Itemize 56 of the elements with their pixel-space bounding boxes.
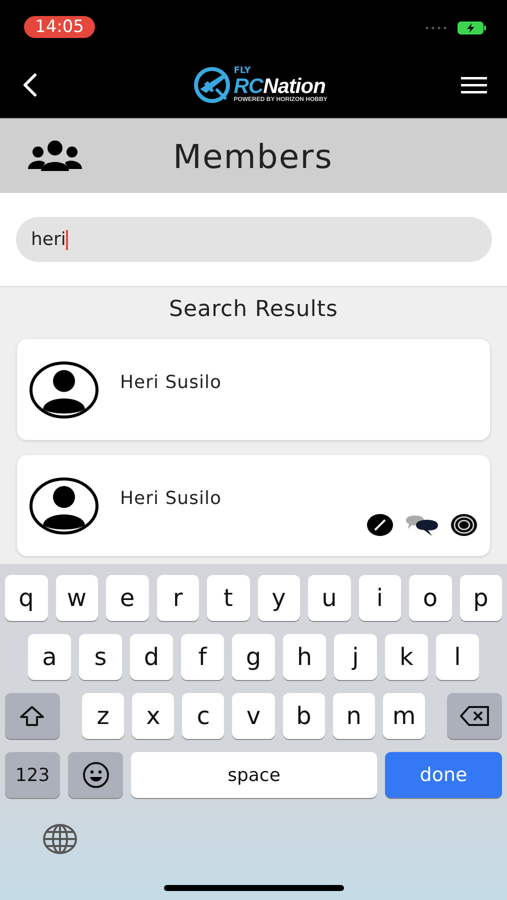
member-name: Heri Susilo xyxy=(120,372,222,393)
keyboard-key[interactable]: t xyxy=(207,575,250,621)
logo-fly-text: FLY xyxy=(234,67,252,76)
target-icon xyxy=(450,513,478,537)
page-title: Members xyxy=(173,136,333,176)
backspace-icon xyxy=(458,705,491,727)
member-name: Heri Susilo xyxy=(120,488,222,509)
keyboard-key[interactable]: h xyxy=(283,634,326,680)
keyboard-key[interactable]: i xyxy=(358,575,401,621)
delete-key[interactable] xyxy=(447,693,502,739)
keyboard-key[interactable]: x xyxy=(132,693,174,739)
keyboard-key[interactable]: b xyxy=(282,693,325,739)
group-icon xyxy=(27,139,83,173)
keyboard-key[interactable]: u xyxy=(308,575,350,621)
search-field[interactable]: heri xyxy=(16,217,492,262)
keyboard-key[interactable]: n xyxy=(332,693,375,739)
battery-icon xyxy=(457,21,487,35)
keyboard-key[interactable]: s xyxy=(79,634,122,680)
keyboard-key[interactable]: e xyxy=(106,575,148,621)
numbers-key[interactable]: 123 xyxy=(5,752,60,798)
back-icon[interactable] xyxy=(22,73,38,97)
member-card[interactable]: Heri Susilo xyxy=(17,455,490,556)
keyboard-key[interactable]: c xyxy=(182,693,224,739)
done-button[interactable]: done xyxy=(385,752,502,798)
shift-key[interactable] xyxy=(5,693,60,739)
avatar-icon xyxy=(29,360,99,418)
smiley-icon xyxy=(82,761,110,789)
plane-logo-icon xyxy=(192,65,232,105)
keyboard-key[interactable]: f xyxy=(181,634,224,680)
emoji-key[interactable] xyxy=(68,752,123,798)
space-key[interactable]: space xyxy=(131,752,377,798)
status-time: 14:05 xyxy=(24,16,95,38)
keyboard-key[interactable]: o xyxy=(409,575,452,621)
keyboard-key[interactable]: q xyxy=(5,575,48,621)
keyboard-key[interactable]: v xyxy=(232,693,275,739)
keyboard-key[interactable]: j xyxy=(334,634,377,680)
keyboard-key[interactable]: m xyxy=(382,693,426,739)
keyboard-key[interactable]: a xyxy=(28,634,71,680)
keyboard-key[interactable]: k xyxy=(385,634,428,680)
logo-wordmark: RCNation xyxy=(234,76,326,97)
globe-icon[interactable] xyxy=(42,823,78,855)
keyboard-key[interactable]: w xyxy=(56,575,98,621)
signal-icon xyxy=(425,26,449,30)
shift-icon xyxy=(19,705,46,727)
keyboard-key[interactable]: r xyxy=(156,575,199,621)
slash-badge-icon xyxy=(366,513,394,537)
results-heading: Search Results xyxy=(168,296,339,322)
member-card[interactable]: Heri Susilo xyxy=(17,339,490,440)
keyboard-key[interactable]: p xyxy=(460,575,502,621)
menu-icon[interactable] xyxy=(461,76,487,94)
keyboard-key[interactable]: d xyxy=(130,634,173,680)
keyboard-key[interactable]: y xyxy=(258,575,300,621)
avatar-icon xyxy=(29,476,99,534)
keyboard-key[interactable]: z xyxy=(82,693,124,739)
keyboard-key[interactable]: g xyxy=(232,634,275,680)
keyboard-key[interactable]: l xyxy=(436,634,479,680)
